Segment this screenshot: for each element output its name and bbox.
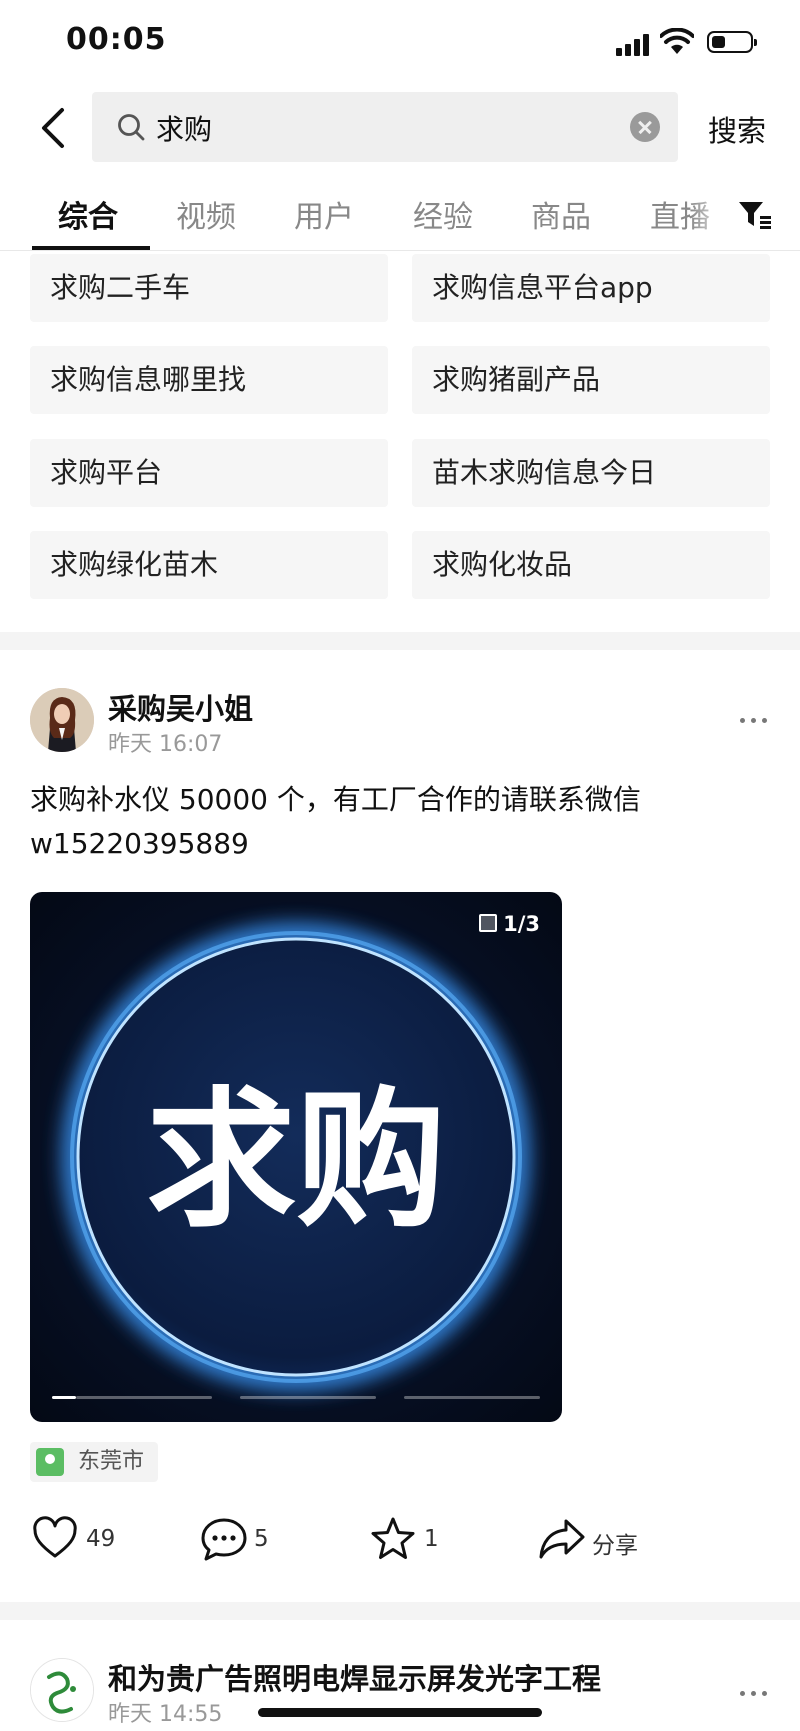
- suggestion-chip[interactable]: 求购猪副产品: [412, 346, 770, 414]
- status-bar: 00:05: [0, 0, 800, 88]
- filter-icon[interactable]: [738, 200, 772, 230]
- suggestion-chip[interactable]: 求购化妆品: [412, 531, 770, 599]
- tab-video[interactable]: 视频: [176, 192, 236, 236]
- avatar[interactable]: [30, 1658, 94, 1722]
- battery-icon: [707, 31, 757, 53]
- suggestion-chip[interactable]: 求购绿化苗木: [30, 531, 388, 599]
- post-image-caption: 求购: [146, 1074, 446, 1248]
- heart-icon: [33, 1516, 77, 1558]
- search-button[interactable]: 搜索: [708, 108, 766, 150]
- post-time: 昨天 16:07: [108, 732, 223, 757]
- suggestion-chip[interactable]: 苗木求购信息今日: [412, 439, 770, 507]
- share-button[interactable]: 分享: [538, 1516, 658, 1564]
- suggestion-chip[interactable]: 求购信息哪里找: [30, 346, 388, 414]
- search-input[interactable]: 求购: [92, 92, 678, 162]
- post-time: 昨天 14:55: [108, 1702, 223, 1727]
- wifi-icon: [660, 28, 694, 54]
- cellular-signal-icon: [616, 32, 652, 56]
- like-button[interactable]: 49: [32, 1516, 132, 1564]
- suggestion-chip[interactable]: 求购二手车: [30, 254, 388, 322]
- post-image[interactable]: 求购 1/3: [30, 892, 562, 1422]
- search-tabs: 综合 视频 用户 经验 商品 直播: [0, 180, 800, 251]
- location-pin-icon: [36, 1448, 64, 1476]
- favorite-button[interactable]: 1: [370, 1516, 470, 1564]
- post-image-art: 求购: [30, 892, 562, 1422]
- suggestion-chip[interactable]: 求购信息平台app: [412, 254, 770, 322]
- more-options-icon[interactable]: [740, 715, 768, 725]
- carousel-indicator: [52, 1396, 540, 1400]
- comment-count: 5: [254, 1526, 269, 1552]
- favorite-count: 1: [424, 1526, 439, 1552]
- search-query: 求购: [156, 113, 213, 146]
- image-counter: 1/3: [479, 912, 540, 936]
- avatar[interactable]: [30, 688, 94, 752]
- home-indicator[interactable]: [258, 1708, 542, 1717]
- tab-comprehensive[interactable]: 综合: [58, 192, 118, 236]
- post-text: 求购补水仪 50000 个，有工厂合作的请联系微信 w15220395889: [30, 783, 641, 860]
- comment-icon: [201, 1518, 247, 1561]
- section-divider: [0, 632, 800, 650]
- tab-users[interactable]: 用户: [294, 192, 354, 236]
- search-icon: [118, 114, 145, 141]
- post-author[interactable]: 采购吴小姐: [108, 686, 253, 728]
- status-time: 00:05: [66, 22, 167, 57]
- like-count: 49: [86, 1526, 116, 1552]
- tab-products[interactable]: 商品: [531, 192, 591, 236]
- post-actions: 49 5 1 分享: [0, 1512, 800, 1568]
- section-divider: [0, 1602, 800, 1620]
- post-author[interactable]: 和为贵广告照明电焊显示屏发光字工程: [108, 1656, 601, 1698]
- tabs-fade-overlay: [690, 180, 730, 246]
- back-chevron-icon[interactable]: [36, 104, 72, 152]
- share-label: 分享: [592, 1533, 638, 1559]
- more-options-icon[interactable]: [740, 1688, 768, 1698]
- suggestion-chip[interactable]: 求购平台: [30, 439, 388, 507]
- active-tab-indicator: [32, 246, 150, 250]
- comment-button[interactable]: 5: [200, 1516, 300, 1564]
- location-label: 东莞市: [78, 1449, 145, 1474]
- clear-search-icon[interactable]: [630, 112, 660, 142]
- gallery-icon: [479, 914, 498, 932]
- company-logo: [31, 1659, 93, 1721]
- share-icon: [539, 1519, 585, 1559]
- star-icon: [371, 1517, 415, 1559]
- location-tag[interactable]: 东莞市: [30, 1442, 159, 1482]
- tab-experience[interactable]: 经验: [413, 192, 473, 236]
